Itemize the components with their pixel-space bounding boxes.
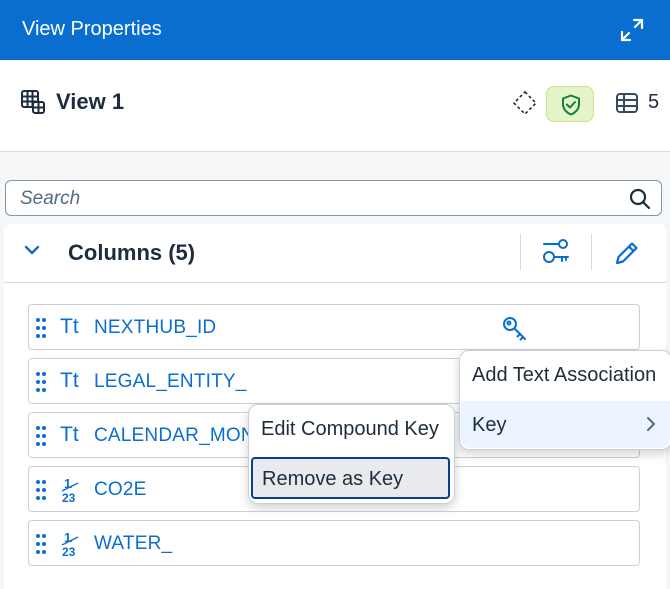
- key-submenu: Edit Compound Key Remove as Key: [248, 404, 455, 504]
- decimal-type-icon: 1. 23: [61, 475, 81, 505]
- string-type-icon: Tt: [60, 315, 79, 338]
- string-type-icon: Tt: [60, 423, 79, 446]
- view-name: View 1: [56, 89, 125, 114]
- grip-icon[interactable]: [35, 370, 47, 394]
- view-icon: [20, 89, 46, 115]
- column-name: WATER_: [94, 533, 173, 554]
- context-menu: Add Text Association Key: [459, 350, 670, 450]
- shield-button[interactable]: [546, 86, 594, 122]
- divider: [520, 234, 521, 270]
- svg-text:.: .: [69, 530, 73, 545]
- panel-title: View Properties: [22, 18, 162, 40]
- expand-icon[interactable]: [618, 16, 646, 44]
- menu-item-edit-compound-key[interactable]: Edit Compound Key: [261, 418, 439, 441]
- shield-icon: [562, 94, 580, 116]
- menu-item-remove-as-key[interactable]: Remove as Key: [251, 457, 450, 499]
- grip-icon[interactable]: [35, 478, 47, 502]
- key-icon[interactable]: [501, 315, 529, 343]
- compound-key-icon[interactable]: [540, 238, 572, 266]
- grip-icon[interactable]: [35, 532, 47, 556]
- column-name: CALENDAR_MON: [94, 425, 255, 446]
- menu-item-add-text-association[interactable]: Add Text Association: [472, 364, 656, 387]
- search-input[interactable]: [18, 186, 622, 212]
- grip-icon[interactable]: [35, 424, 47, 448]
- column-name: CO2E: [94, 479, 147, 500]
- chevron-right-icon: [644, 415, 658, 433]
- decimal-type-icon: 1. 23: [61, 529, 81, 559]
- column-count: 5: [648, 91, 660, 113]
- grip-icon[interactable]: [35, 316, 47, 340]
- diamond-icon[interactable]: [512, 90, 538, 116]
- column-row[interactable]: 1. 23 WATER_: [28, 520, 640, 566]
- column-row[interactable]: Tt NEXTHUB_ID: [28, 304, 640, 350]
- table-icon: [615, 92, 639, 114]
- menu-item-key-label[interactable]: Key: [472, 414, 506, 437]
- menu-item-remove-as-key-label[interactable]: Remove as Key: [262, 468, 403, 491]
- divider: [4, 282, 666, 283]
- chevron-down-icon[interactable]: [22, 240, 42, 260]
- columns-title: Columns (5): [68, 240, 196, 265]
- string-type-icon: Tt: [60, 369, 79, 392]
- svg-text:23: 23: [62, 491, 76, 505]
- column-name: NEXTHUB_ID: [94, 317, 217, 338]
- svg-text:.: .: [69, 476, 73, 491]
- search-field[interactable]: [5, 180, 662, 216]
- column-name: LEGAL_ENTITY_: [94, 371, 247, 392]
- divider: [591, 234, 592, 270]
- title-bar: View Properties: [0, 0, 670, 60]
- search-icon[interactable]: [628, 187, 652, 211]
- svg-text:23: 23: [62, 545, 76, 559]
- pencil-icon[interactable]: [612, 238, 642, 268]
